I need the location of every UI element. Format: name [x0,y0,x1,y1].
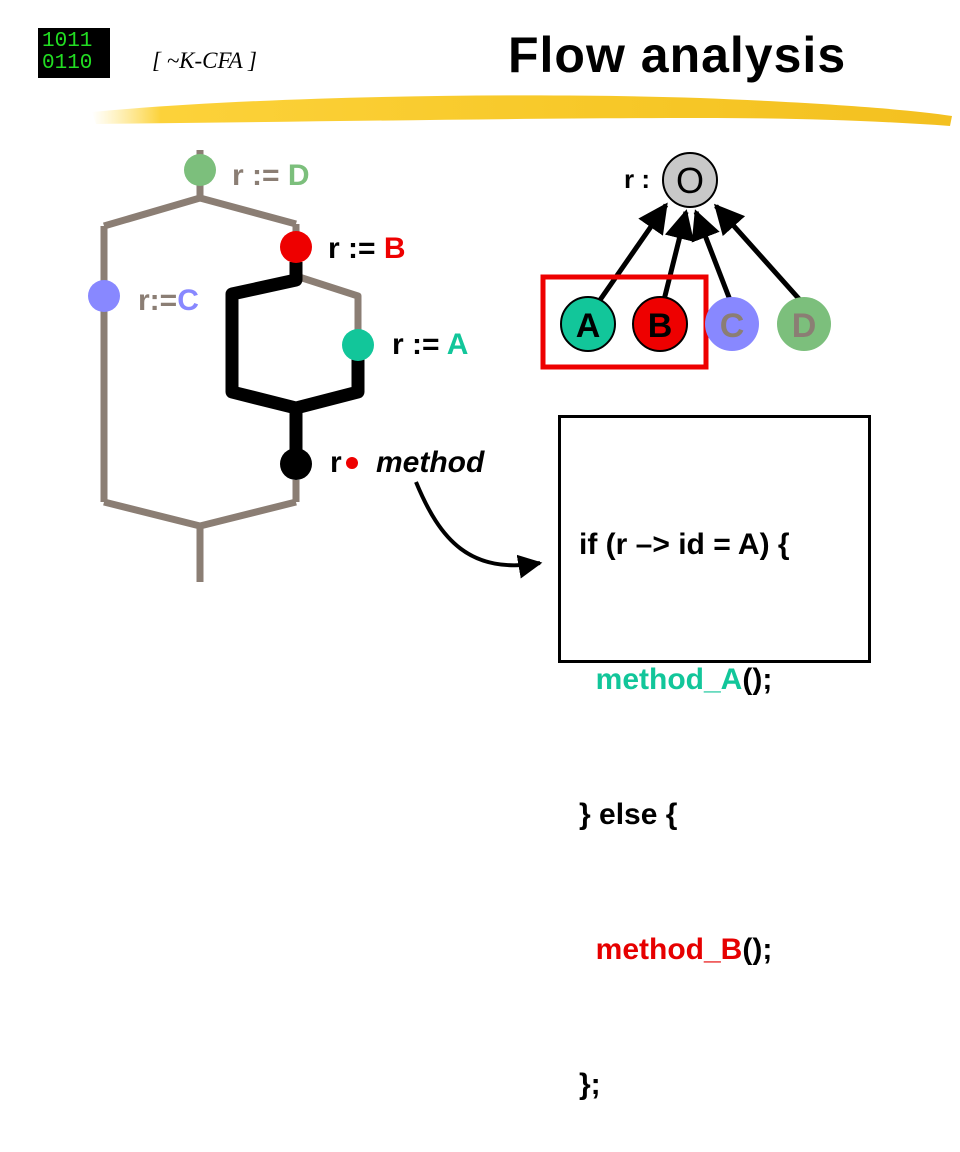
node-method-call [280,448,312,480]
label-call-receiver: r [330,446,342,479]
method-b-call: method_B [595,933,743,966]
type-hierarchy: r : O A B C D [540,152,831,370]
node-b-label: B [648,307,673,345]
node-a-label: A [576,307,601,345]
code-line-5: }; [579,1068,601,1101]
node-d-label: D [792,307,817,345]
code-line-2: method_A(); [595,663,773,696]
label-assign-a: r := A [392,328,468,361]
hierarchy-var-label: r : [624,164,650,194]
dispatch-code-box: if (r –> id = A) { method_A(); } else { … [558,415,871,1101]
node-c-label: C [720,307,745,345]
method-a-call: method_A [595,663,743,696]
label-call-method: method [376,446,485,479]
label-assign-b: r := B [328,232,406,265]
code-line-4: method_B(); [595,933,773,966]
node-o-label: O [676,160,704,201]
label-assign-d: r := D [232,159,310,192]
title-highlighter-stroke [92,95,952,126]
code-line-3: } else { [579,798,678,831]
code-line-1: if (r –> id = A) { [579,528,790,561]
call-dot [346,457,358,469]
node-assign-c [88,280,120,312]
node-assign-a [342,329,374,361]
label-assign-c: r:=C [138,284,199,317]
node-assign-d [184,154,216,186]
method-to-code-arrow [414,481,543,579]
node-assign-b [280,231,312,263]
